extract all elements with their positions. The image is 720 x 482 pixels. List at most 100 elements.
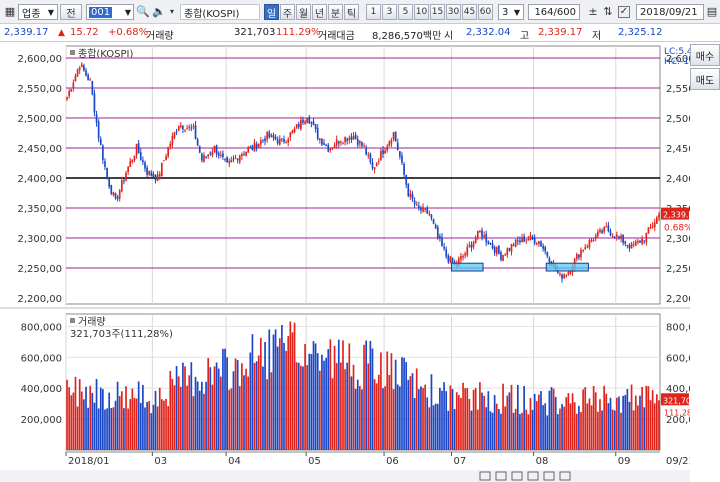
calendar-icon[interactable]: ▤ [705,5,719,19]
search-icon[interactable]: 🔍 [136,5,150,19]
candle-body [525,239,528,241]
candle-body [352,136,355,140]
interval-button[interactable]: 3 [382,4,397,20]
interval-button-label: 3 [386,7,393,17]
count-input[interactable]: 164 /600 [528,4,580,20]
candle-body [634,241,637,246]
volume-bar [586,403,589,450]
volume-bar [367,363,370,450]
volume-current-text: 321,703주(111,28%) [70,329,173,340]
candle-body [464,253,467,256]
sort-icon[interactable]: ⇅ [601,5,615,19]
candle-body [190,127,193,129]
quote-open: 2,332.04 [466,27,511,38]
volume-bar [152,404,155,450]
period-button[interactable]: 틱 [344,4,359,20]
period-button[interactable]: 년 [312,4,327,20]
candle-body [624,241,627,244]
plus-minus-icon[interactable]: ± [586,5,600,19]
volume-bar [211,384,214,450]
candle-body [167,147,170,157]
interval-button[interactable]: 45 [462,4,477,20]
speaker-icon[interactable]: 🔈 [152,5,166,19]
chevron-down-icon[interactable]: ▾ [165,5,179,19]
market-select[interactable]: 업종 ▼ [18,4,58,20]
candle-body [337,141,340,144]
volume-bar [295,362,298,450]
volume-bar [363,344,365,450]
candle-body [483,235,485,238]
sell-button[interactable]: 매도 [690,68,720,90]
volume-bar [327,349,330,450]
mode-button[interactable]: 전 [60,4,82,20]
candle-body [519,240,521,242]
volume-bar [599,399,601,450]
candle-body [403,164,405,175]
period-button[interactable]: 주 [280,4,295,20]
volume-bar [316,353,319,450]
grid-menu-icon[interactable]: ▦ [3,5,17,19]
candle-body [289,132,292,138]
candle-body [165,156,167,161]
candle-body [578,254,580,258]
interval-button[interactable]: 60 [478,4,493,20]
highlight-box [545,262,589,272]
volume-bar [641,386,643,450]
candle-body [516,240,519,242]
volume-bar [645,385,648,450]
volume-bar [441,390,443,450]
code-input[interactable]: 001 ▼ [86,4,134,20]
candle-body [306,118,309,123]
interval-button-label: 10 [415,7,428,17]
volume-bar [110,408,113,450]
period-button[interactable]: 월 [296,4,311,20]
buy-button[interactable]: 매수 [690,44,720,66]
volume-bar [133,397,136,450]
candle-body [340,141,342,143]
candle-body [70,89,73,92]
volume-bar [163,400,165,450]
chart-bottom-toolbar [0,470,690,482]
price-axis-label-left: 2,550,00 [17,84,62,95]
candle-body [118,190,121,199]
volume-bar [120,391,123,450]
volume-bar [649,400,652,450]
interval-button[interactable]: 1 [366,4,381,20]
volume-bar [512,412,515,450]
candle-body [226,157,228,163]
volume-bar [462,382,464,450]
volume-axis-label-left: 400,000 [21,384,62,395]
candle-body [104,161,106,167]
period-button[interactable]: 분 [328,4,343,20]
interval-button[interactable]: 10 [414,4,429,20]
hc-label: HC:-10.28 [664,57,690,67]
interval-button[interactable]: 15 [430,4,445,20]
candle-body [476,230,479,238]
interval-button[interactable]: 30 [446,4,461,20]
sell-button-label: 매도 [695,75,715,87]
candle-body [342,142,344,144]
candle-body [647,227,650,234]
period-button[interactable]: 일 [264,4,279,20]
checkbox-icon[interactable]: ✓ [618,6,630,18]
volume-bar [160,399,163,450]
candle-body [443,246,445,249]
volume-bar [87,407,89,450]
date-input[interactable]: 2018/09/21 [636,4,704,20]
volume-bar [373,379,376,450]
interval-select[interactable]: 3 ▼ [498,4,524,20]
candle-body [521,237,523,242]
period-button-label: 월 [298,8,309,20]
volume-bar [186,385,188,450]
candle-body [356,138,359,145]
candle-body [171,136,174,145]
interval-button[interactable]: 5 [398,4,413,20]
price-axis-label-left: 2,300,00 [17,234,62,245]
volume-bar [249,352,252,450]
volume-bar [83,399,85,450]
candle-body [144,162,146,169]
candle-body [405,174,408,185]
stock-chart[interactable]: 2,600,002,600,002,550,002,550,002,500,00… [0,42,690,482]
volume-bar [66,379,68,450]
volume-bar [498,409,500,450]
